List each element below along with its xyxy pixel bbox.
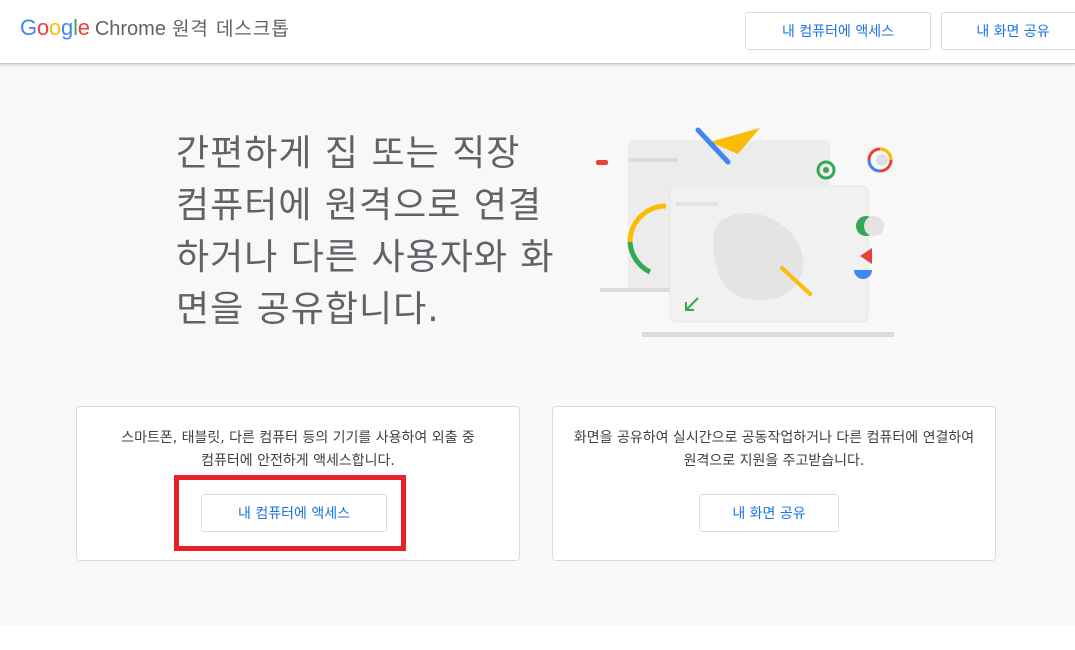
logo-letter: G [20,15,37,40]
hero-line: 하거나 다른 사용자와 화 [176,237,555,278]
logo-letter: e [77,15,90,40]
logo-letter: o [48,15,62,40]
hero-line: 면을 공유합니다. [176,289,440,330]
hero-line: 간편하게 집 또는 직장 [176,133,521,174]
logo-letter: o [36,15,49,40]
share-card-description: 화면을 공유하여 실시간으로 공동작업하거나 다른 컴퓨터에 연결하여 원격으로… [573,430,975,469]
app-header: Google Chrome 원격 데스크톱 내 컴퓨터에 액세스 내 화면 공유 [0,0,1075,64]
access-card-description: 스마트폰, 태블릿, 다른 컴퓨터 등의 기기를 사용하여 외출 중 컴퓨터에 … [121,430,475,469]
hero-headline: 간편하게 집 또는 직장 컴퓨터에 원격으로 연결 하거나 다른 사용자와 화 … [176,128,576,336]
front-monitor-base [642,332,894,337]
hero-line: 컴퓨터에 원격으로 연결 [176,185,543,226]
map-pin-icon [867,147,893,173]
product-name: Chrome [94,18,166,40]
access-computer-button[interactable]: 내 컴퓨터에 액세스 [201,494,387,532]
app-title: 원격 데스크톱 [171,18,290,40]
google-wordmark: Google [20,15,90,41]
share-screen-card: 화면을 공유하여 실시간으로 공동작업하거나 다른 컴퓨터에 연결하여 원격으로… [552,406,996,561]
header-access-computer-button[interactable]: 내 컴퓨터에 액세스 [745,12,931,50]
header-share-screen-button[interactable]: 내 화면 공유 [941,12,1075,50]
grey-dot-shape [864,216,884,236]
red-dash-shape [596,160,608,165]
front-monitor-bar [710,202,718,206]
back-monitor-bar [628,158,678,162]
google-chrome-remote-desktop-logo[interactable]: Google Chrome 원격 데스크톱 [20,14,290,44]
share-screen-button[interactable]: 내 화면 공유 [699,494,839,532]
main-content: 간편하게 집 또는 직장 컴퓨터에 원격으로 연결 하거나 다른 사용자와 화 … [0,64,1075,625]
logo-letter: g [61,15,74,40]
hero-illustration [596,127,894,337]
access-computer-card: 스마트폰, 태블릿, 다른 컴퓨터 등의 기기를 사용하여 외출 중 컴퓨터에 … [76,406,520,561]
